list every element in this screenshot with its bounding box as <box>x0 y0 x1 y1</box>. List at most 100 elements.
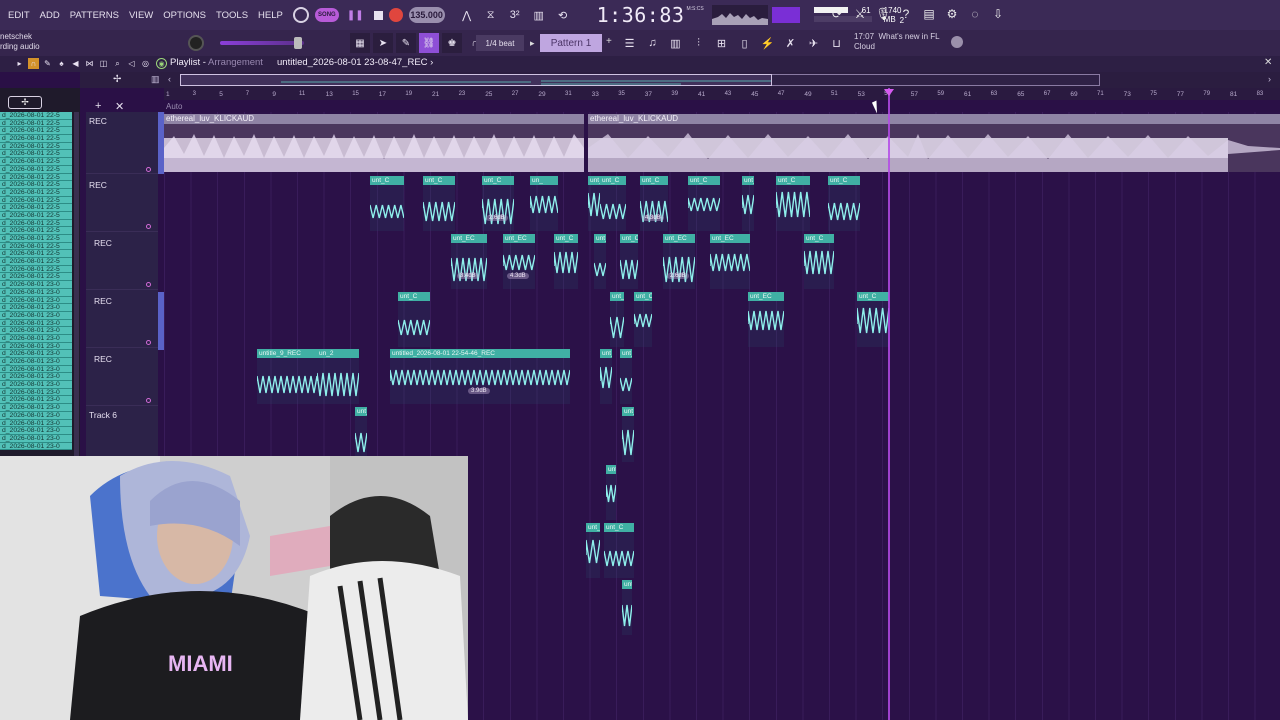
add-pattern-icon[interactable]: + <box>606 36 612 47</box>
wrench-icon[interactable]: ✗ <box>781 33 800 53</box>
picker-item[interactable]: d_2026-08-01 22-5 <box>0 227 72 235</box>
picker-item[interactable]: d_2026-08-01 22-5 <box>0 204 72 212</box>
track-name[interactable]: REC <box>94 238 112 248</box>
overview-menu-icon[interactable]: ▥ <box>151 74 160 85</box>
track-name[interactable]: REC <box>94 296 112 306</box>
picker-item[interactable]: d_2026-08-01 23-0 <box>0 327 72 335</box>
pause-icon[interactable]: ❚❚ <box>347 10 364 21</box>
picker-item[interactable]: d_2026-08-01 23-0 <box>0 404 72 412</box>
scroll-left-icon[interactable]: ‹ <box>168 74 171 84</box>
speaker-icon[interactable]: ◁ <box>126 58 137 69</box>
audio-clip[interactable]: unt_C <box>369 176 405 231</box>
menu-view[interactable]: VIEW <box>129 10 153 21</box>
play-icon[interactable]: ▸ <box>14 58 25 69</box>
undo-history-icon[interactable]: ⟳ <box>828 4 846 24</box>
audio-clip[interactable]: unt_C <box>619 234 639 289</box>
clip-gain-badge[interactable]: 3.9dB <box>468 388 490 394</box>
metronome-icon[interactable]: ⋀ <box>457 5 477 25</box>
track-mute-dot[interactable] <box>146 398 151 403</box>
track-name[interactable]: REC <box>89 180 107 190</box>
picker-item[interactable]: d_2026-08-01 23-0 <box>0 311 72 320</box>
brush-icon[interactable]: ♠ <box>56 58 67 69</box>
playhead-marker[interactable] <box>884 89 894 96</box>
picker-item[interactable]: d_2026-08-01 23-0 <box>0 358 72 366</box>
step-edit-icon[interactable]: ▥ <box>529 5 549 25</box>
audio-clip[interactable]: unt_C 4.3dB <box>639 176 669 231</box>
menu-help[interactable]: HELP <box>258 10 283 21</box>
clip-gain-badge[interactable]: 2.6dB <box>667 273 689 279</box>
audio-clip[interactable]: unt_C <box>422 176 456 231</box>
picker-item[interactable]: d_2026-08-01 22-5 <box>0 265 72 274</box>
picker-item[interactable]: d_2026-08-01 22-5 <box>0 235 72 243</box>
stop-button[interactable] <box>373 10 383 20</box>
clip-gain-badge[interactable]: 4.3dB <box>642 215 664 221</box>
zoom-icon[interactable]: ⌕ <box>112 58 123 69</box>
picker-item[interactable]: d_2026-08-01 22-5 <box>0 173 72 182</box>
microphone-icon[interactable]: 🎙︎ <box>874 4 892 24</box>
audio-clip[interactable]: unt_C <box>633 292 653 347</box>
picker-item[interactable]: d_2026-08-01 23-0 <box>0 319 72 328</box>
audio-clip-main-1[interactable]: ethereal_luv_KLICKAUD <box>164 114 584 172</box>
track-mute-dot[interactable] <box>146 282 151 287</box>
menu-options[interactable]: OPTIONS <box>163 10 206 21</box>
playlist-file-name[interactable]: untitled_2026-08-01 23-08-47_REC › <box>277 57 433 68</box>
picker-item[interactable]: d_2026-08-01 23-0 <box>0 342 72 351</box>
pattern-selector[interactable]: Pattern 1 <box>540 34 602 52</box>
select-icon[interactable]: ◫ <box>98 58 109 69</box>
track-mute-dot[interactable] <box>146 224 151 229</box>
picker-item[interactable]: d_2026-08-01 23-0 <box>0 288 72 297</box>
audio-clip[interactable]: unt_EC 3.4dB <box>450 234 488 289</box>
snap-selector[interactable]: 1/4 beat <box>476 35 524 51</box>
master-volume-knob-icon[interactable] <box>292 7 309 23</box>
song-time-display[interactable]: 1:36:83 <box>597 3 685 27</box>
menu-edit[interactable]: EDIT <box>8 10 30 21</box>
audio-clip[interactable]: unt_C <box>619 349 633 404</box>
audio-clip[interactable]: untitled_2026-08-01 22-54-46_REC 3.9dB <box>389 349 571 404</box>
pencil-icon[interactable]: ✎ <box>396 33 416 53</box>
audio-clip-main-2[interactable]: ethereal_luv_KLICKAUD <box>588 114 1280 172</box>
record-button[interactable] <box>388 8 403 22</box>
plugin-icon[interactable]: ⚙ <box>943 4 961 24</box>
picker-item[interactable]: d_2026-08-01 23-0 <box>0 411 72 420</box>
audio-clip[interactable]: unt_C <box>397 292 431 347</box>
news-globe-icon[interactable] <box>951 36 963 48</box>
picker-item[interactable]: d_2026-08-01 22-5 <box>0 127 72 136</box>
slider-thumb[interactable] <box>294 37 302 49</box>
picker-item[interactable]: d_2026-08-01 23-0 <box>0 296 72 305</box>
track-header-1[interactable]: REC <box>86 112 158 174</box>
channel-rack-icon[interactable]: ▥ <box>666 33 685 53</box>
audio-clip[interactable]: unt_EC <box>747 292 785 347</box>
audio-clip[interactable]: unt_C <box>856 292 890 347</box>
track-name[interactable]: Track 6 <box>89 410 117 420</box>
audio-clip[interactable]: unt_C <box>803 234 835 289</box>
picker-item[interactable]: d_2026-08-01 23-0 <box>0 334 72 343</box>
picker-item[interactable]: d_2026-08-01 22-5 <box>0 250 72 259</box>
picker-item[interactable]: d_2026-08-01 23-0 <box>0 396 72 405</box>
track-header-4[interactable]: REC <box>86 290 158 348</box>
scroll-right-icon[interactable]: › <box>1268 74 1271 84</box>
picker-item[interactable]: d_2026-08-01 23-0 <box>0 434 72 443</box>
send-icon[interactable]: ✈ <box>804 33 823 53</box>
stamp-icon[interactable]: ♚ <box>442 33 462 53</box>
pitch-knob[interactable] <box>188 35 204 51</box>
save-icon[interactable]: ▤ <box>920 4 938 24</box>
audio-clip[interactable]: unt_C <box>621 407 635 462</box>
audio-clip[interactable]: unt_C <box>599 349 613 404</box>
audio-clip[interactable]: unt_C <box>609 292 625 347</box>
audio-clip[interactable]: unt_C <box>827 176 861 231</box>
add-track-icon[interactable]: + <box>95 100 101 112</box>
audio-clip[interactable]: unt_EC 4.3dB <box>502 234 536 289</box>
picker-item[interactable]: d_2026-08-01 23-0 <box>0 381 72 389</box>
picker-item[interactable]: d_2026-08-01 23-0 <box>0 427 72 435</box>
audio-clip[interactable]: unt_C <box>741 176 755 231</box>
song-mode-toggle[interactable]: SONG <box>314 8 339 22</box>
audio-clip[interactable]: unt_C <box>587 176 601 231</box>
picker-item[interactable]: d_2026-08-01 23-0 <box>0 419 72 428</box>
menu-tools[interactable]: TOOLS <box>216 10 248 21</box>
picker-item[interactable]: d_2026-08-01 22-5 <box>0 181 72 189</box>
audio-clip[interactable]: unt_C <box>354 407 368 462</box>
picker-item[interactable]: d_2026-08-01 22-5 <box>0 150 72 159</box>
picker-item[interactable]: d_2026-08-01 23-0 <box>0 304 72 312</box>
track-name[interactable]: REC <box>89 116 107 126</box>
picker-item[interactable]: d_2026-08-01 23-0 <box>0 350 72 358</box>
